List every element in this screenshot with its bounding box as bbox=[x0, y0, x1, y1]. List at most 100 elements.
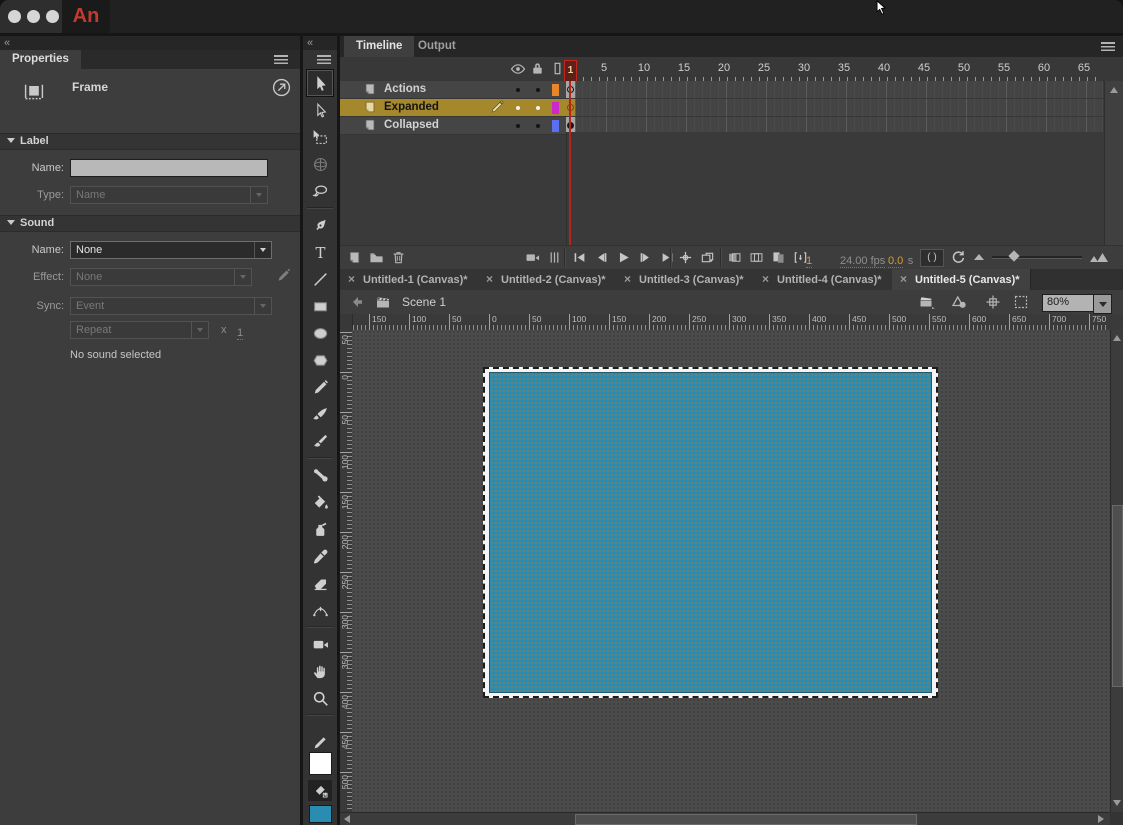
go-first-button[interactable] bbox=[571, 249, 588, 266]
layer-row-collapsed[interactable]: Collapsed bbox=[340, 117, 566, 135]
frame-size-slider[interactable] bbox=[992, 256, 1082, 259]
paren-brackets-button[interactable]: ( ) bbox=[920, 249, 944, 267]
eyedropper-tool[interactable] bbox=[307, 543, 333, 569]
vertical-scrollbar[interactable] bbox=[1110, 330, 1123, 812]
layer-row-expanded[interactable]: Expanded bbox=[340, 99, 566, 117]
playhead[interactable]: 1 bbox=[564, 60, 577, 82]
close-icon[interactable]: × bbox=[762, 269, 772, 290]
close-icon[interactable]: × bbox=[486, 269, 496, 290]
label-type-dropdown[interactable]: Name bbox=[70, 186, 268, 204]
paint-brush-tool[interactable] bbox=[307, 401, 333, 427]
loop-reset-icon[interactable] bbox=[950, 249, 966, 270]
clip-content-icon[interactable] bbox=[1012, 294, 1030, 310]
step-forward-button[interactable] bbox=[637, 249, 654, 266]
camera-button[interactable] bbox=[524, 249, 541, 266]
edit-sound-pencil-icon[interactable] bbox=[276, 268, 291, 288]
document-tab-1[interactable]: ×Untitled-1 (Canvas)* bbox=[340, 269, 479, 290]
rotation-3d-tool[interactable] bbox=[307, 151, 333, 177]
layer-frames-row[interactable] bbox=[566, 99, 1103, 117]
edit-multiple-frames-button[interactable] bbox=[770, 249, 787, 266]
sound-section-header[interactable]: Sound bbox=[0, 215, 300, 232]
zoom-in-frames-icon[interactable] bbox=[1089, 250, 1109, 268]
layer-visibility-dot[interactable] bbox=[516, 88, 520, 92]
play-button[interactable] bbox=[615, 249, 632, 266]
playhead-line[interactable] bbox=[569, 81, 571, 249]
sound-repeat-dropdown[interactable]: Repeat bbox=[70, 321, 209, 339]
zoom-out-frames-icon[interactable] bbox=[974, 254, 984, 260]
classic-brush-tool[interactable] bbox=[307, 428, 333, 454]
minimize-window-button[interactable] bbox=[27, 10, 40, 23]
panel-menu-icon[interactable] bbox=[317, 55, 331, 64]
new-layer-button[interactable] bbox=[346, 249, 363, 266]
new-folder-button[interactable] bbox=[368, 249, 385, 266]
layer-lock-dot[interactable] bbox=[536, 106, 540, 110]
scroll-left-icon[interactable] bbox=[344, 815, 350, 823]
layer-outline-color-swatch[interactable] bbox=[552, 120, 559, 132]
sound-name-dropdown[interactable]: None bbox=[70, 241, 272, 259]
sound-sync-dropdown[interactable]: Event bbox=[70, 297, 272, 315]
stroke-color-swatch[interactable] bbox=[309, 752, 332, 775]
layer-outline-color-swatch[interactable] bbox=[552, 102, 559, 114]
onion-skin-button[interactable] bbox=[726, 249, 743, 266]
loop-range-button[interactable] bbox=[699, 249, 716, 266]
horizontal-scroll-thumb[interactable] bbox=[575, 814, 917, 825]
tab-timeline[interactable]: Timeline bbox=[344, 36, 414, 57]
pen-tool[interactable] bbox=[307, 212, 333, 238]
zoom-dropdown-button[interactable] bbox=[1093, 294, 1112, 314]
collapse-panel-icon[interactable]: « bbox=[4, 37, 9, 49]
label-name-input[interactable] bbox=[70, 159, 268, 177]
sound-effect-dropdown[interactable]: None bbox=[70, 268, 252, 286]
tab-output[interactable]: Output bbox=[406, 36, 468, 57]
close-icon[interactable]: × bbox=[348, 269, 358, 290]
keyframe-cell-empty[interactable] bbox=[566, 81, 576, 98]
layer-lock-dot[interactable] bbox=[536, 88, 540, 92]
eraser-tool[interactable] bbox=[307, 570, 333, 596]
keyframe-cell-selected[interactable] bbox=[566, 99, 576, 116]
layer-outline-color-swatch[interactable] bbox=[552, 84, 559, 96]
scroll-right-icon[interactable] bbox=[1098, 815, 1104, 823]
lock-all-layers-icon[interactable] bbox=[530, 61, 545, 81]
layer-lock-dot[interactable] bbox=[536, 124, 540, 128]
zoom-window-button[interactable] bbox=[46, 10, 59, 23]
close-icon[interactable]: × bbox=[624, 269, 634, 290]
center-stage-icon[interactable] bbox=[984, 294, 1002, 310]
go-last-button[interactable] bbox=[659, 249, 676, 266]
back-arrow-icon[interactable] bbox=[348, 294, 366, 310]
scene-name-label[interactable]: Scene 1 bbox=[402, 295, 446, 309]
slider-thumb[interactable] bbox=[1008, 250, 1019, 261]
onion-markers-button[interactable] bbox=[546, 249, 563, 266]
frame-rate-value[interactable]: 24.00 fps bbox=[840, 251, 885, 269]
delete-layer-button[interactable] bbox=[390, 249, 407, 266]
fill-color-swatch[interactable] bbox=[309, 805, 332, 823]
scroll-up-icon[interactable] bbox=[1113, 335, 1121, 341]
repeat-count-value[interactable]: 1 bbox=[237, 323, 243, 341]
elapsed-time-value[interactable]: 0.0 s bbox=[888, 251, 913, 269]
stage-fill-rectangle[interactable] bbox=[489, 372, 932, 693]
stage[interactable] bbox=[483, 367, 938, 698]
ink-bottle-tool[interactable] bbox=[307, 516, 333, 542]
paint-bucket-tool[interactable] bbox=[307, 489, 333, 515]
layer-visibility-dot[interactable] bbox=[516, 106, 520, 110]
document-tab-4[interactable]: ×Untitled-4 (Canvas)* bbox=[754, 269, 893, 290]
document-tab-3[interactable]: ×Untitled-3 (Canvas)* bbox=[616, 269, 755, 290]
camera-tool[interactable] bbox=[307, 631, 333, 657]
close-window-button[interactable] bbox=[8, 10, 21, 23]
horizontal-scrollbar[interactable] bbox=[340, 812, 1110, 825]
edit-scene-icon[interactable] bbox=[918, 294, 936, 310]
text-tool[interactable]: T bbox=[307, 239, 333, 265]
close-icon[interactable]: × bbox=[900, 269, 910, 290]
zoom-tool[interactable] bbox=[307, 685, 333, 711]
step-back-button[interactable] bbox=[593, 249, 610, 266]
current-frame-value[interactable]: 1 bbox=[806, 251, 812, 269]
label-section-header[interactable]: Label bbox=[0, 133, 300, 150]
onion-outlines-button[interactable] bbox=[748, 249, 765, 266]
width-tool[interactable] bbox=[307, 597, 333, 623]
oval-tool[interactable] bbox=[307, 320, 333, 346]
hand-tool[interactable] bbox=[307, 658, 333, 684]
canvas-pasteboard[interactable] bbox=[352, 330, 1110, 812]
show-hide-all-layers-icon[interactable] bbox=[510, 61, 526, 82]
panel-menu-icon[interactable] bbox=[274, 55, 288, 64]
polystar-tool[interactable] bbox=[307, 347, 333, 373]
pencil-tool[interactable] bbox=[307, 374, 333, 400]
document-tab-2[interactable]: ×Untitled-2 (Canvas)* bbox=[478, 269, 617, 290]
